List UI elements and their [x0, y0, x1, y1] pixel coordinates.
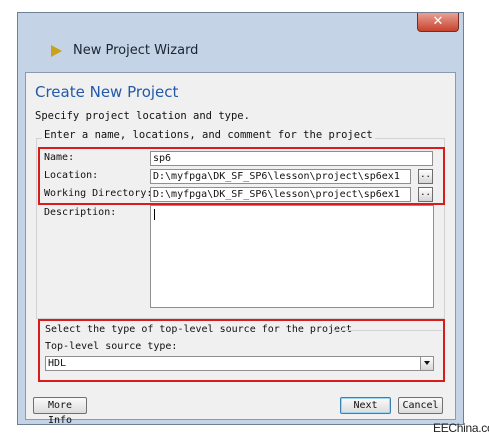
- group-divider: [332, 330, 442, 331]
- wizard-content: Create New Project Specify project locat…: [25, 72, 456, 426]
- location-browse-button[interactable]: ..: [418, 169, 433, 184]
- working-directory-field[interactable]: D:\myfpga\DK_SF_SP6\lesson\project\sp6ex…: [150, 187, 411, 202]
- location-label: Location:: [44, 170, 99, 181]
- page-subtitle: Specify project location and type.: [35, 110, 250, 122]
- close-icon: ✕: [432, 14, 444, 29]
- chevron-down-icon[interactable]: [420, 357, 433, 370]
- description-field[interactable]: [150, 205, 434, 308]
- name-label: Name:: [44, 152, 75, 163]
- location-field[interactable]: D:\myfpga\DK_SF_SP6\lesson\project\sp6ex…: [150, 169, 411, 184]
- wizard-window: ✕ New Project Wizard Create New Project …: [17, 12, 464, 426]
- project-details-caption: Enter a name, locations, and comment for…: [42, 129, 375, 141]
- source-type-caption: Select the type of top-level source for …: [45, 324, 353, 335]
- source-type-value: HDL: [48, 358, 67, 369]
- cancel-button[interactable]: Cancel: [398, 397, 443, 414]
- working-directory-browse-button[interactable]: ..: [418, 187, 433, 202]
- watermark-text: EEChina.com: [433, 421, 489, 435]
- name-field[interactable]: sp6: [150, 151, 433, 166]
- page-title: Create New Project: [35, 83, 179, 101]
- next-button[interactable]: Next: [340, 397, 391, 414]
- source-type-label: Top-level source type:: [45, 341, 178, 352]
- working-directory-label: Working Directory:: [44, 188, 153, 199]
- description-label: Description:: [44, 207, 117, 218]
- wizard-arrow-icon: [51, 45, 62, 57]
- window-title: New Project Wizard: [73, 43, 199, 58]
- text-caret: [154, 209, 155, 220]
- close-button[interactable]: ✕: [417, 13, 459, 32]
- more-info-button[interactable]: More Info: [33, 397, 87, 426]
- source-type-select[interactable]: HDL: [45, 356, 434, 371]
